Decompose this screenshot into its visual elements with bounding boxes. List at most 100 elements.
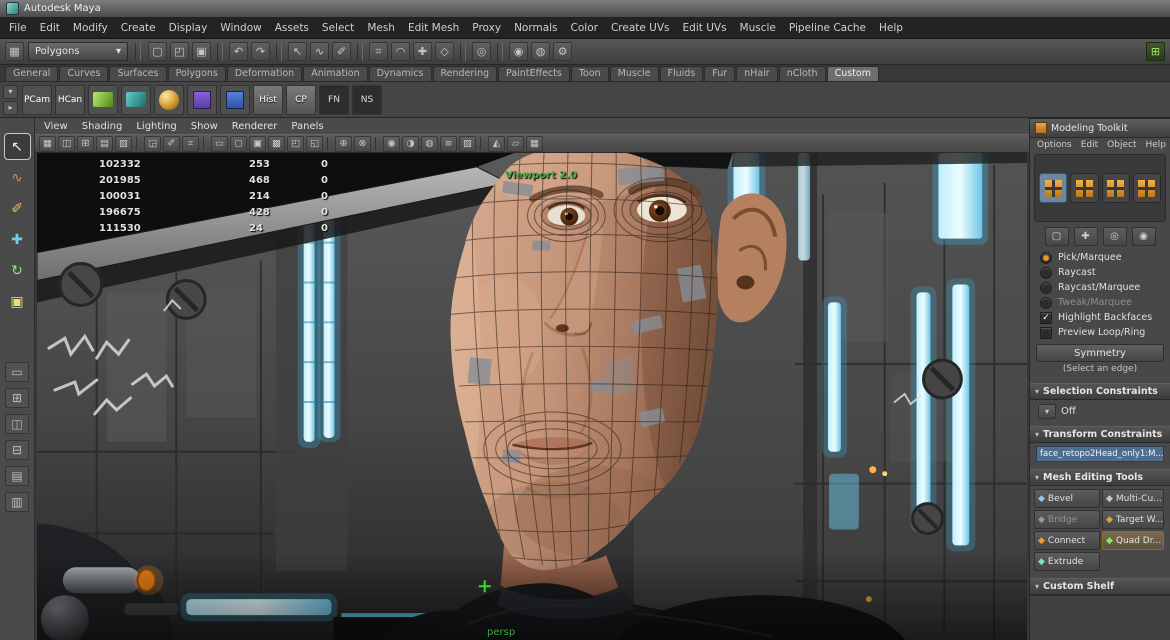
shelf-tab-ncloth[interactable]: nCloth: [779, 66, 826, 81]
title-bar[interactable]: Autodesk Maya: [0, 0, 1170, 18]
menu-edit-uvs[interactable]: Edit UVs: [683, 22, 727, 34]
symmetry-button[interactable]: Symmetry: [1036, 344, 1164, 362]
extrude-button[interactable]: ◆Extrude: [1034, 552, 1100, 571]
bridge-button[interactable]: ◆Bridge: [1034, 510, 1100, 529]
render-settings-icon[interactable]: ⚙: [553, 42, 572, 61]
wireframe-on-shaded-icon[interactable]: ▦: [526, 136, 543, 152]
shelf-tab-polygons[interactable]: Polygons: [168, 66, 226, 81]
paint-select-tool[interactable]: ✐: [5, 196, 30, 221]
bevel-button[interactable]: ◆Bevel: [1034, 489, 1100, 508]
radio-tweak-marquee[interactable]: Tweak/Marquee: [1030, 295, 1170, 310]
snap-plane-icon[interactable]: ◇: [435, 42, 454, 61]
gate-mask-icon[interactable]: ▣: [249, 136, 266, 152]
menu-assets[interactable]: Assets: [275, 22, 309, 34]
menu-pipeline-cache[interactable]: Pipeline Cache: [789, 22, 866, 34]
panel-menu-renderer[interactable]: Renderer: [232, 121, 278, 132]
lock-camera-icon[interactable]: ◫: [58, 136, 75, 152]
camera-attributes-icon[interactable]: ⊞: [77, 136, 94, 152]
shelf-item-ns[interactable]: NS: [352, 85, 382, 115]
resolution-gate-icon[interactable]: ◻: [230, 136, 247, 152]
motion-blur-icon[interactable]: ≡: [440, 136, 457, 152]
shelf-tab-rendering[interactable]: Rendering: [433, 66, 498, 81]
section-selection-constraints[interactable]: ▾ Selection Constraints: [1030, 383, 1170, 400]
check-highlight-backfaces[interactable]: ✓Highlight Backfaces: [1030, 310, 1170, 325]
select-mode-icon[interactable]: ↖: [288, 42, 307, 61]
toolkit-menu-options[interactable]: Options: [1037, 140, 1072, 150]
shelf-item-hcan[interactable]: HCan: [55, 85, 85, 115]
shelf-item-hist[interactable]: Hist: [253, 85, 283, 115]
check-preview-loop-ring[interactable]: Preview Loop/Ring: [1030, 325, 1170, 340]
menu-muscle[interactable]: Muscle: [740, 22, 776, 34]
safe-title-icon[interactable]: ◱: [306, 136, 323, 152]
shelf-item-grid-1[interactable]: [187, 85, 217, 115]
shelf-visibility-icon[interactable]: ▦: [5, 42, 24, 61]
redo-icon[interactable]: ↷: [251, 42, 270, 61]
shadows-icon[interactable]: ◑: [402, 136, 419, 152]
file-save-icon[interactable]: ▣: [192, 42, 211, 61]
camera-based-select-icon[interactable]: ◉: [1132, 227, 1156, 246]
menu-create[interactable]: Create: [121, 22, 156, 34]
multisample-icon[interactable]: ▨: [459, 136, 476, 152]
marquee-select-icon[interactable]: ▢: [1045, 227, 1069, 246]
menu-proxy[interactable]: Proxy: [472, 22, 501, 34]
viewport[interactable]: 1023322530201985468010003121401966754280…: [35, 153, 1029, 640]
bookmark-icon[interactable]: ▤: [96, 136, 113, 152]
layout-single-pane[interactable]: ▭: [5, 362, 29, 382]
ambient-occlusion-icon[interactable]: ◍: [421, 136, 438, 152]
layout-two-side[interactable]: ◫: [5, 414, 29, 434]
face-mode-button[interactable]: [1133, 173, 1161, 203]
connect-button[interactable]: ◆Connect: [1034, 531, 1100, 550]
frame-selected-icon[interactable]: ⊗: [354, 136, 371, 152]
menu-mesh[interactable]: Mesh: [367, 22, 395, 34]
rotate-tool[interactable]: ↻: [5, 258, 30, 283]
lighting-icon[interactable]: ◉: [383, 136, 400, 152]
shelf-item-pcam[interactable]: PCam: [22, 85, 52, 115]
panel-menu-view[interactable]: View: [44, 121, 68, 132]
menu-help[interactable]: Help: [879, 22, 903, 34]
undo-icon[interactable]: ↶: [229, 42, 248, 61]
xray-icon[interactable]: ▱: [507, 136, 524, 152]
shelf-tab-toon[interactable]: Toon: [571, 66, 609, 81]
panel-menu-panels[interactable]: Panels: [291, 121, 323, 132]
image-plane-icon[interactable]: ▧: [115, 136, 132, 152]
menu-window[interactable]: Window: [220, 22, 261, 34]
toolkit-menu-object[interactable]: Object: [1107, 140, 1136, 150]
shelf-overflow-icon[interactable]: ▸: [3, 101, 18, 115]
raycast-select-icon[interactable]: ◎: [1103, 227, 1127, 246]
menu-edit[interactable]: Edit: [40, 22, 60, 34]
safe-action-icon[interactable]: ◰: [287, 136, 304, 152]
select-camera-icon[interactable]: ▦: [39, 136, 56, 152]
toolkit-menu-help[interactable]: Help: [1145, 140, 1166, 150]
radio-raycast[interactable]: Raycast: [1030, 265, 1170, 280]
menu-color[interactable]: Color: [571, 22, 598, 34]
radio-pick-marquee[interactable]: Pick/Marquee: [1030, 250, 1170, 265]
panel-menu-show[interactable]: Show: [191, 121, 218, 132]
toolkit-grid-icon[interactable]: ⊞: [1146, 42, 1165, 61]
menu-edit-mesh[interactable]: Edit Mesh: [408, 22, 459, 34]
multi-component-mode-button[interactable]: [1039, 173, 1067, 203]
film-gate-icon[interactable]: ▭: [211, 136, 228, 152]
frame-all-icon[interactable]: ⊕: [335, 136, 352, 152]
section-custom-shelf[interactable]: ▾ Custom Shelf: [1030, 578, 1170, 595]
target-w-button[interactable]: ◆Target W...: [1102, 510, 1164, 529]
layout-three-pane[interactable]: ▤: [5, 466, 29, 486]
shelf-tab-fur[interactable]: Fur: [704, 66, 735, 81]
render-icon[interactable]: ◉: [509, 42, 528, 61]
move-tool[interactable]: ✚: [5, 227, 30, 252]
panel-menu-lighting[interactable]: Lighting: [136, 121, 176, 132]
shelf-tab-dynamics[interactable]: Dynamics: [369, 66, 432, 81]
shelf-tab-general[interactable]: General: [5, 66, 58, 81]
grid-toggle-icon[interactable]: ⌗: [182, 136, 199, 152]
shelf-tab-custom[interactable]: Custom: [827, 66, 879, 81]
shelf-item-grid-2[interactable]: [220, 85, 250, 115]
edge-mode-button[interactable]: [1102, 173, 1130, 203]
make-live-icon[interactable]: ◎: [472, 42, 491, 61]
shelf-tab-deformation[interactable]: Deformation: [227, 66, 302, 81]
select-tool[interactable]: ↖: [5, 134, 30, 159]
shelf-item-fn[interactable]: FN: [319, 85, 349, 115]
shelf-item-poly-tool-2[interactable]: [121, 85, 151, 115]
vertex-mode-button[interactable]: [1070, 173, 1098, 203]
snap-curve-icon[interactable]: ◠: [391, 42, 410, 61]
grease-pencil-icon[interactable]: ✐: [163, 136, 180, 152]
field-chart-icon[interactable]: ▩: [268, 136, 285, 152]
